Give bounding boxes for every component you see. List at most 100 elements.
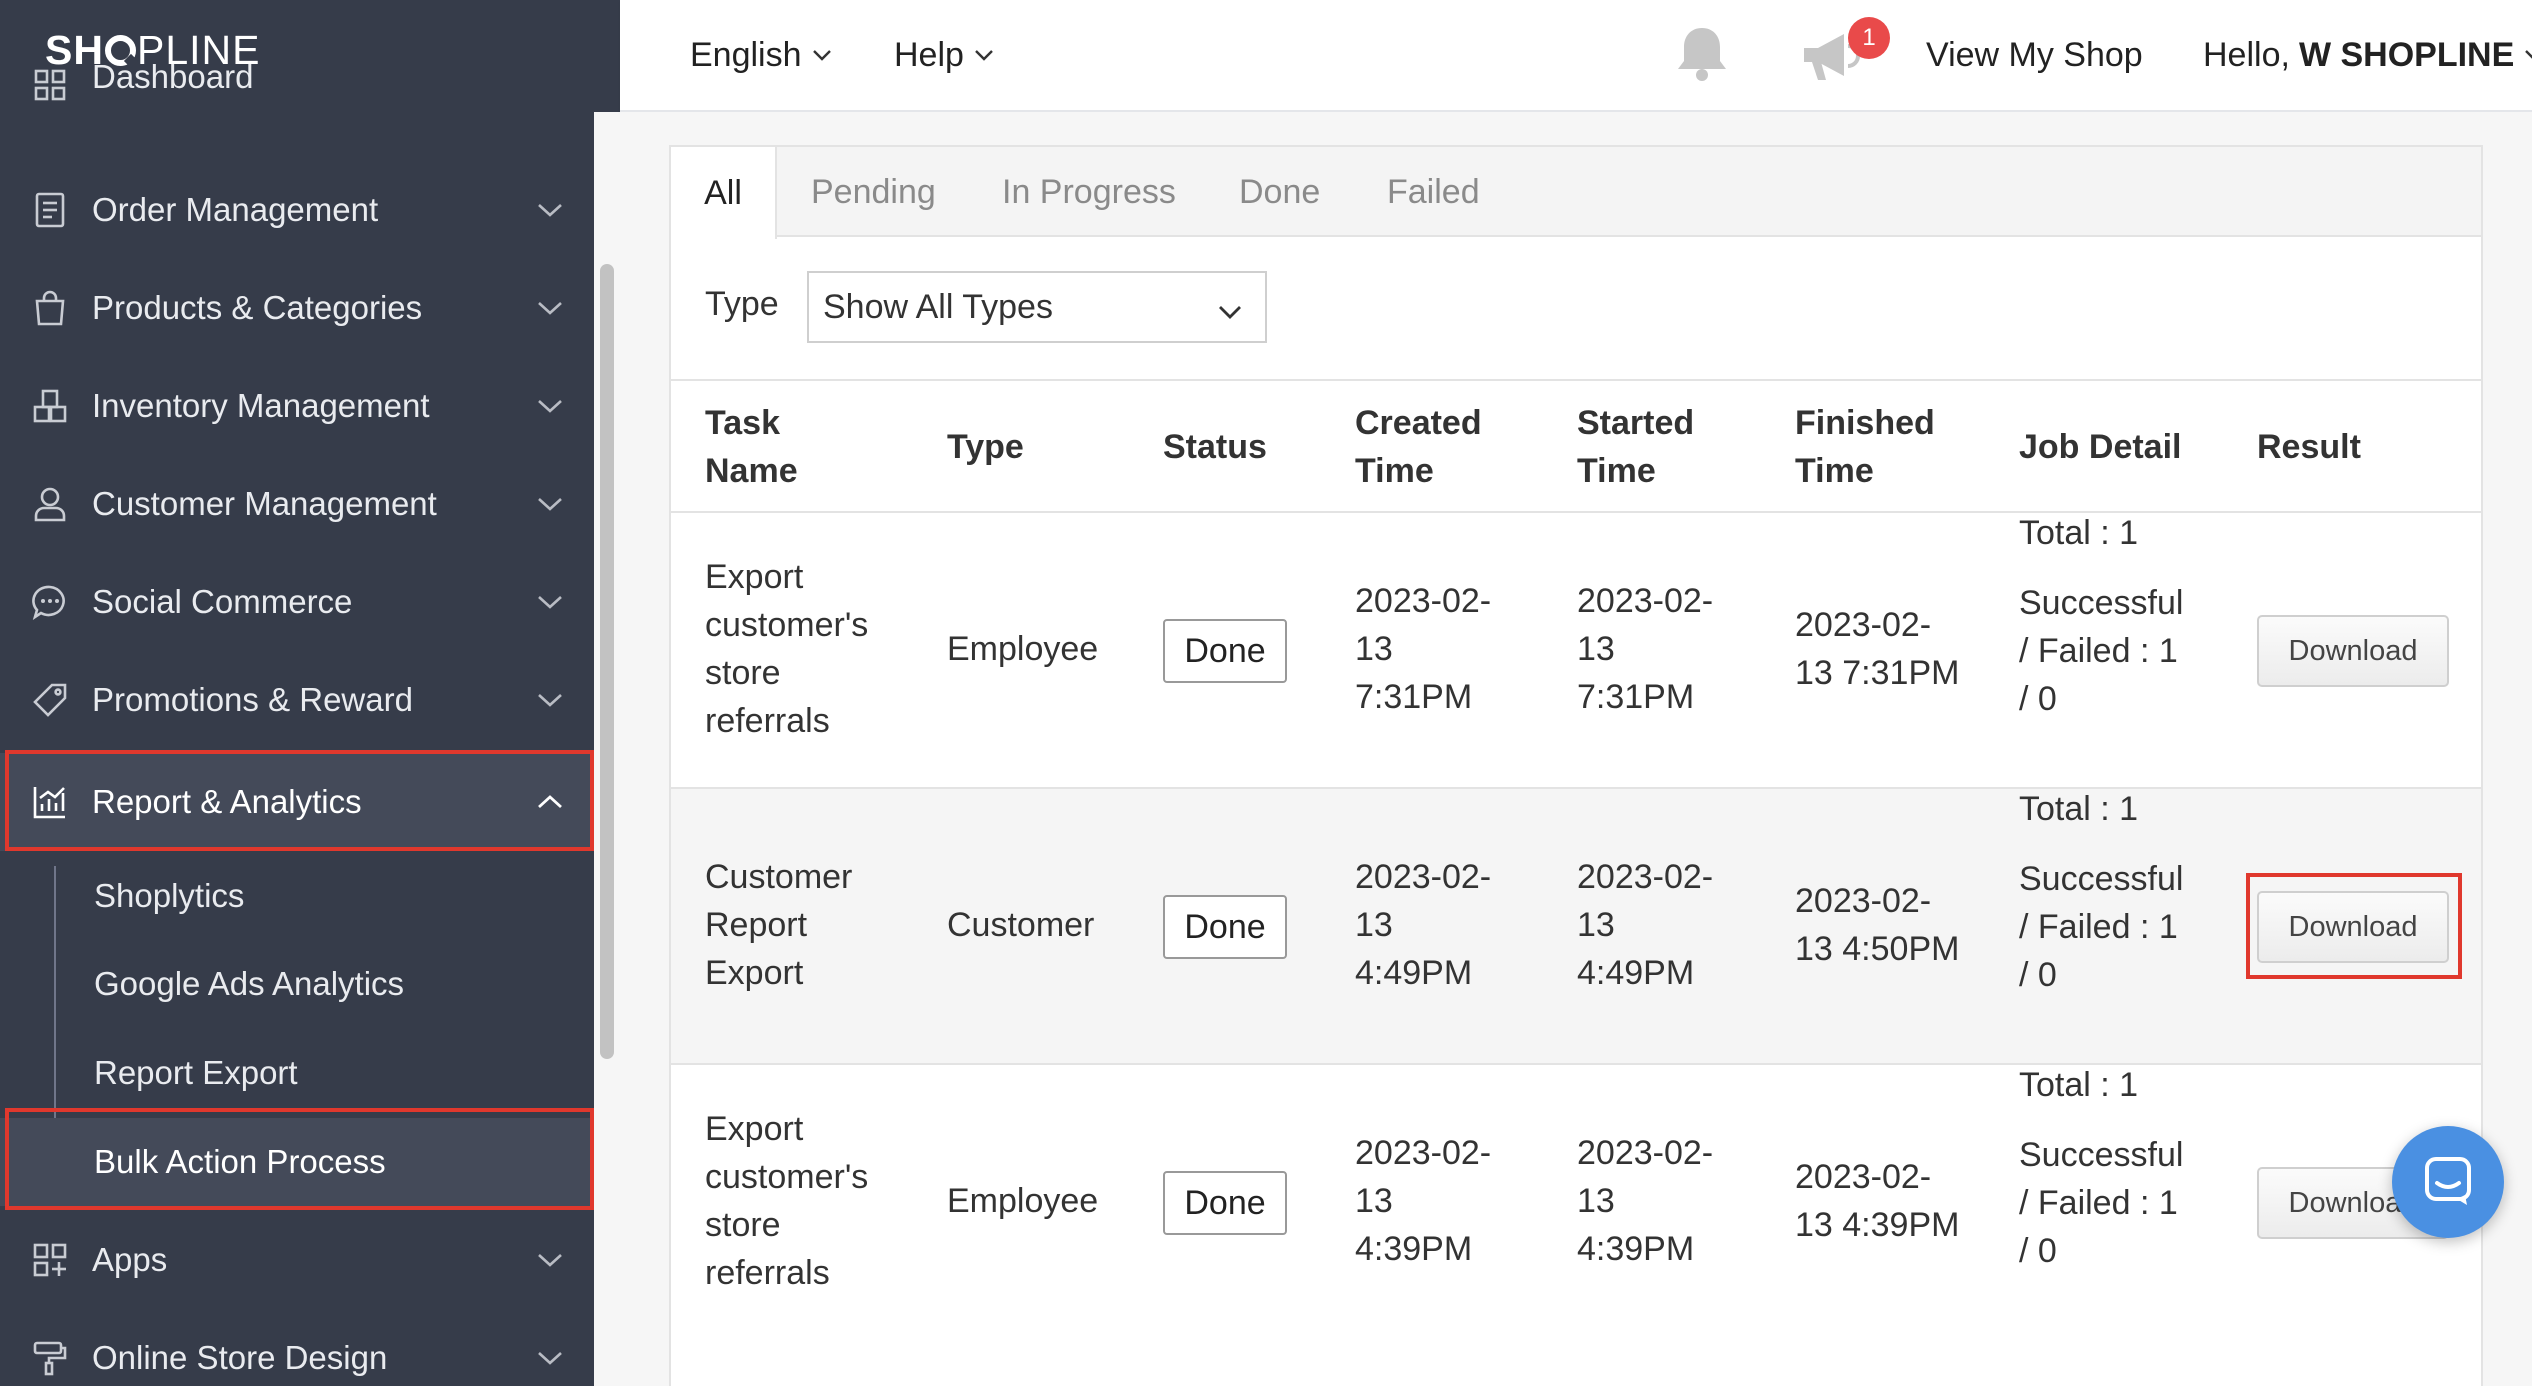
download-button[interactable]: Download (2257, 615, 2449, 687)
sidebar-scrollbar-thumb[interactable] (600, 264, 614, 1059)
live-chat-button[interactable] (2392, 1126, 2504, 1238)
tab-done[interactable]: Done (1239, 147, 1320, 237)
download-button[interactable]: Download (2257, 891, 2449, 963)
bulk-action-card: All Pending In Progress Done Failed Type… (669, 145, 2483, 1386)
cell-job-detail: Total : 1 Successful / Failed : 1/ 0 (2019, 790, 2184, 994)
tab-all[interactable]: All (671, 147, 777, 239)
apps-icon (32, 1242, 68, 1278)
chevron-down-icon (1217, 295, 1243, 334)
header-task-name: Task Name (705, 404, 798, 490)
header-status: Status (1163, 428, 1267, 466)
logo-o-mark (104, 34, 136, 66)
table-row: Export customer's store referrals Employee … (671, 513, 2481, 789)
type-filter-select[interactable]: Show All Types (807, 271, 1267, 343)
bell-icon[interactable] (1670, 22, 1734, 86)
dashboard-icon (32, 67, 68, 103)
language-selector[interactable]: English (690, 32, 832, 78)
tag-icon (32, 682, 68, 718)
sidebar-item-label: Customer Management (92, 485, 437, 522)
view-my-shop-link[interactable]: View My Shop (1926, 32, 2143, 78)
sidebar-item-inventory-management[interactable]: Inventory Management (0, 357, 594, 455)
header-created-time: Created Time (1355, 404, 1482, 490)
cell-started-time: 2023-02- 13 4:49PM (1577, 858, 1714, 992)
chevron-down-icon (536, 196, 564, 224)
view-shop-label: View My Shop (1926, 35, 2143, 74)
top-bar: English Help 1 View My Shop Hello, W SHOP… (620, 0, 2532, 112)
header-finished-time: Finished Time (1795, 404, 1935, 490)
tab-pending[interactable]: Pending (811, 147, 936, 237)
cell-type: Employee (947, 1182, 1099, 1220)
sidebar-item-label: Order Management (92, 191, 379, 228)
analytics-icon (32, 784, 68, 820)
chevron-down-icon (536, 392, 564, 420)
cell-finished-time: 2023-02- 13 7:31PM (1795, 606, 1960, 692)
sidebar-item-order-management[interactable]: Order Management (0, 161, 594, 259)
sidebar-item-label: Promotions & Reward (92, 681, 413, 718)
header-type: Type (947, 428, 1024, 466)
sidebar-item-report-analytics[interactable]: Report & Analytics (0, 753, 594, 851)
status-badge: Done (1163, 1171, 1287, 1235)
sidebar-subitem-report-export[interactable]: Report Export (0, 1029, 594, 1117)
cell-created-time: 2023-02- 13 7:31PM (1355, 582, 1492, 716)
sidebar-subitem-label: Shoplytics (94, 877, 245, 914)
shopping-bag-icon (32, 290, 68, 326)
cell-type: Employee (947, 630, 1099, 668)
cell-task-name: Export customer's store referrals (705, 558, 869, 740)
user-icon (32, 486, 68, 522)
chevron-down-icon (536, 1246, 564, 1274)
sidebar-item-dashboard[interactable]: Dashboard (0, 62, 594, 108)
cell-finished-time: 2023-02- 13 4:39PM (1795, 1158, 1960, 1244)
user-menu[interactable]: Hello, W SHOPLINE (2203, 32, 2532, 78)
sidebar-subitem-label: Google Ads Analytics (94, 965, 405, 1002)
chat-widget-icon (2421, 1153, 2475, 1212)
help-label: Help (894, 35, 964, 74)
cell-type: Customer (947, 906, 1095, 944)
cell-started-time: 2023-02- 13 7:31PM (1577, 582, 1714, 716)
sidebar-item-label: Dashboard (92, 62, 254, 95)
chat-icon (32, 584, 68, 620)
table-row: Export customer's store referrals Employee … (671, 1065, 2481, 1341)
chevron-down-icon (2524, 49, 2532, 62)
sidebar-item-label: Inventory Management (92, 387, 430, 424)
cell-job-detail: Total : 1 Successful / Failed : 1/ 0 (2019, 514, 2184, 718)
type-filter-value: Show All Types (823, 287, 1053, 326)
cell-created-time: 2023-02- 13 4:49PM (1355, 858, 1492, 992)
inventory-icon (32, 388, 68, 424)
help-menu[interactable]: Help (894, 32, 994, 78)
chevron-down-icon (536, 686, 564, 714)
cell-job-detail: Total : 1 Successful / Failed : 1/ 0 (2019, 1066, 2184, 1270)
sidebar-subitem-shoplytics[interactable]: Shoplytics (0, 852, 594, 940)
chevron-down-icon (536, 1344, 564, 1372)
chevron-down-icon (536, 490, 564, 518)
sidebar-item-social-commerce[interactable]: Social Commerce (0, 553, 594, 651)
tab-in-progress[interactable]: In Progress (1002, 147, 1176, 237)
sidebar-item-customer-management[interactable]: Customer Management (0, 455, 594, 553)
sidebar-item-online-store-design[interactable]: Online Store Design (0, 1309, 594, 1386)
sidebar-subitem-bulk-action-process[interactable]: Bulk Action Process (0, 1118, 594, 1206)
cell-task-name: Customer Report Export (705, 858, 853, 992)
sidebar-subitem-google-ads-analytics[interactable]: Google Ads Analytics (0, 940, 594, 1028)
chevron-up-icon (536, 788, 564, 816)
language-label: English (690, 35, 802, 74)
notification-badge: 1 (1848, 17, 1890, 59)
hello-prefix: Hello, (2203, 35, 2290, 74)
status-badge: Done (1163, 895, 1287, 959)
table-header: Task Name Type Status Created Time Started… (671, 379, 2481, 513)
paint-roller-icon (32, 1340, 68, 1376)
sidebar-item-promotions-reward[interactable]: Promotions & Reward (0, 651, 594, 749)
cell-started-time: 2023-02- 13 4:39PM (1577, 1134, 1714, 1268)
chevron-down-icon (536, 588, 564, 616)
sidebar-item-products-categories[interactable]: Products & Categories (0, 259, 594, 357)
order-icon (32, 192, 68, 228)
sidebar-item-apps[interactable]: Apps (0, 1211, 594, 1309)
header-started-time: Started Time (1577, 404, 1695, 490)
sidebar-item-label: Social Commerce (92, 583, 353, 620)
tab-failed[interactable]: Failed (1387, 147, 1480, 237)
status-badge: Done (1163, 619, 1287, 683)
cell-task-name: Export customer's store referrals (705, 1110, 869, 1292)
sidebar-item-label: Online Store Design (92, 1339, 388, 1376)
sidebar-item-label: Apps (92, 1241, 168, 1278)
chevron-down-icon (812, 49, 832, 62)
sidebar-item-label: Report & Analytics (92, 783, 362, 820)
chevron-down-icon (536, 294, 564, 322)
